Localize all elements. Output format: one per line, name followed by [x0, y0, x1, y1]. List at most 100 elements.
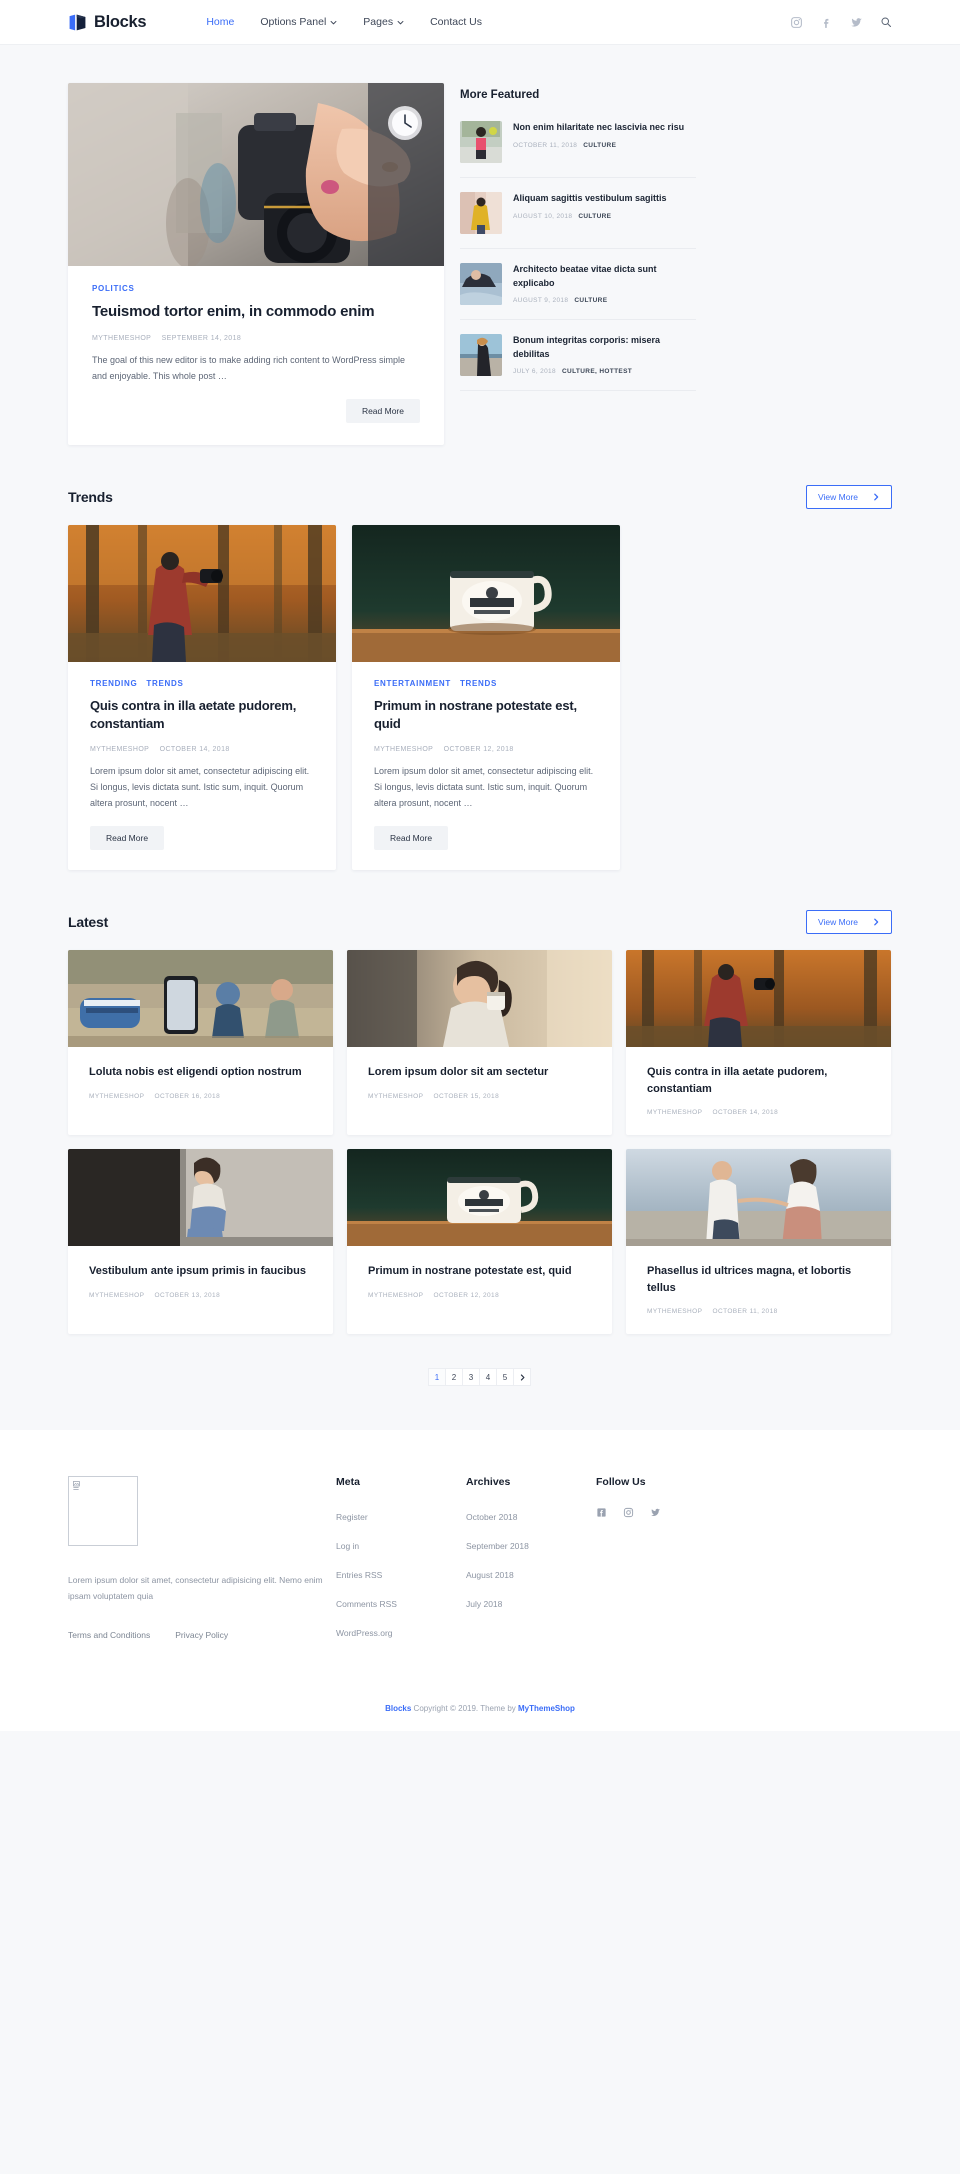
facebook-icon[interactable]: [596, 1507, 607, 1518]
featured-category[interactable]: POLITICS: [92, 284, 420, 293]
footer-meta-entries-rss[interactable]: Entries RSS: [336, 1570, 382, 1580]
latest-post-card[interactable]: Quis contra in illa aetate pudorem, cons…: [626, 950, 891, 1136]
latest-post-title[interactable]: Phasellus id ultrices magna, et lobortis…: [647, 1263, 870, 1296]
blocks-logo-icon: [69, 14, 86, 30]
copyright-brand-link[interactable]: Blocks: [385, 1704, 411, 1713]
trend-date: OCTOBER 12, 2018: [443, 746, 514, 754]
nav-label: Pages: [363, 16, 394, 28]
site-logo[interactable]: Blocks: [68, 13, 147, 32]
latest-view-more-button[interactable]: View More: [806, 910, 892, 935]
footer-archive-july-2018[interactable]: July 2018: [466, 1599, 502, 1609]
sidebar-post-item[interactable]: Aliquam sagittis vestibulum sagittis AUG…: [460, 178, 696, 249]
sidebar-post-title[interactable]: Bonum integritas corporis: misera debili…: [513, 334, 696, 361]
footer-archive-september-2018[interactable]: September 2018: [466, 1541, 529, 1551]
latest-post-meta: MYTHEMESHOP OCTOBER 16, 2018: [89, 1093, 312, 1100]
sidebar-post-title[interactable]: Non enim hilaritate nec lascivia nec ris…: [513, 121, 696, 135]
twitter-icon[interactable]: [850, 16, 863, 29]
footer-archive-october-2018[interactable]: October 2018: [466, 1512, 518, 1522]
trend-post-card[interactable]: TRENDING TRENDS Quis contra in illa aetat…: [68, 524, 336, 871]
pagination-page-1[interactable]: 1: [428, 1368, 446, 1387]
footer-archive-august-2018[interactable]: August 2018: [466, 1570, 514, 1580]
nav-item-pages[interactable]: Pages: [363, 16, 404, 28]
latest-post-date: OCTOBER 15, 2018: [433, 1092, 500, 1100]
instagram-icon[interactable]: [623, 1507, 634, 1518]
photo-autumn-forest-photographer: [626, 950, 891, 1048]
trend-post-image: [352, 524, 620, 662]
trend-category[interactable]: TRENDS: [146, 679, 183, 688]
nav-item-options-panel[interactable]: Options Panel: [260, 16, 337, 28]
trend-category[interactable]: TRENDS: [460, 679, 497, 688]
trends-view-more-button[interactable]: View More: [806, 484, 892, 509]
chevron-right-icon: [874, 918, 879, 926]
pagination-page-5[interactable]: 5: [496, 1368, 514, 1387]
photo-coffee-mug: [352, 524, 620, 662]
instagram-icon[interactable]: [790, 16, 803, 29]
footer-meta-comments-rss[interactable]: Comments RSS: [336, 1599, 397, 1609]
latest-post-image: [347, 1149, 612, 1247]
list-item: Register: [336, 1507, 466, 1525]
sidebar-post-thumbnail: [460, 334, 502, 376]
sidebar-post-item[interactable]: Non enim hilaritate nec lascivia nec ris…: [460, 117, 696, 178]
nav-item-contact-us[interactable]: Contact Us: [430, 16, 482, 28]
featured-excerpt: The goal of this new editor is to make a…: [92, 355, 405, 381]
sidebar-post-item[interactable]: Architecto beatae vitae dicta sunt expli…: [460, 249, 696, 320]
footer-meta-column: Meta Register Log in Entries RSS Comment…: [336, 1476, 466, 1652]
sidebar-post-categories: CULTURE, HOTTEST: [562, 368, 633, 375]
latest-post-date: OCTOBER 14, 2018: [712, 1109, 779, 1117]
sidebar-post-date: JULY 6, 2018: [513, 368, 556, 375]
trend-category[interactable]: TRENDING: [90, 679, 137, 688]
footer-meta-login[interactable]: Log in: [336, 1541, 359, 1551]
latest-post-meta: MYTHEMESHOP OCTOBER 14, 2018: [647, 1109, 870, 1116]
trend-read-more-button[interactable]: Read More: [374, 826, 449, 851]
sidebar-post-title[interactable]: Aliquam sagittis vestibulum sagittis: [513, 192, 696, 206]
broken-image-icon: [73, 1481, 80, 1491]
featured-post-card[interactable]: POLITICS Teuismod tortor enim, in commod…: [68, 83, 444, 445]
trend-post-card[interactable]: ENTERTAINMENT TRENDS Primum in nostrane p…: [352, 524, 620, 871]
sidebar-post-thumbnail: [460, 121, 502, 163]
trend-title[interactable]: Quis contra in illa aetate pudorem, cons…: [90, 697, 314, 733]
footer-terms-link[interactable]: Terms and Conditions: [68, 1630, 150, 1640]
footer-logo-broken-image: [68, 1476, 138, 1547]
twitter-icon[interactable]: [650, 1507, 661, 1518]
trend-read-more-button[interactable]: Read More: [90, 826, 165, 851]
latest-post-card[interactable]: Phasellus id ultrices magna, et lobortis…: [626, 1149, 891, 1335]
trend-meta: MYTHEMESHOP OCTOBER 12, 2018: [374, 746, 598, 753]
facebook-icon[interactable]: [820, 16, 833, 29]
nav-label: Home: [206, 16, 235, 28]
latest-post-card[interactable]: Loluta nobis est eligendi option nostrum…: [68, 950, 333, 1136]
pagination-next-button[interactable]: [513, 1368, 531, 1387]
pagination-page-4[interactable]: 4: [479, 1368, 497, 1387]
footer-meta-wordpress-org[interactable]: WordPress.org: [336, 1628, 393, 1638]
photo-camera-hands: [68, 83, 444, 266]
latest-post-title[interactable]: Lorem ipsum dolor sit am sectetur: [368, 1064, 591, 1081]
featured-read-more-button[interactable]: Read More: [345, 398, 420, 423]
list-item: July 2018: [466, 1594, 596, 1612]
pagination-page-3[interactable]: 3: [462, 1368, 480, 1387]
list-item: WordPress.org: [336, 1623, 466, 1641]
search-icon[interactable]: [880, 16, 892, 28]
nav-item-home[interactable]: Home: [206, 16, 234, 28]
footer-meta-register[interactable]: Register: [336, 1512, 368, 1522]
latest-post-card[interactable]: Lorem ipsum dolor sit am sectetur MYTHEM…: [347, 950, 612, 1136]
latest-post-date: OCTOBER 16, 2018: [154, 1092, 221, 1100]
copyright-theme-author-link[interactable]: MyThemeShop: [518, 1704, 575, 1713]
latest-post-card[interactable]: Primum in nostrane potestate est, quid M…: [347, 1149, 612, 1335]
latest-post-title[interactable]: Quis contra in illa aetate pudorem, cons…: [647, 1064, 870, 1097]
latest-post-card[interactable]: Vestibulum ante ipsum primis in faucibus…: [68, 1149, 333, 1335]
latest-post-title[interactable]: Vestibulum ante ipsum primis in faucibus: [89, 1263, 312, 1280]
sidebar-post-item[interactable]: Bonum integritas corporis: misera debili…: [460, 320, 696, 391]
trend-date: OCTOBER 14, 2018: [159, 746, 230, 754]
thumb-runner: [460, 121, 502, 163]
view-more-label: View More: [818, 491, 858, 502]
featured-title[interactable]: Teuismod tortor enim, in commodo enim: [92, 302, 420, 322]
latest-post-date: OCTOBER 11, 2018: [712, 1308, 778, 1316]
sidebar-title: More Featured: [460, 89, 540, 101]
latest-post-title[interactable]: Loluta nobis est eligendi option nostrum: [89, 1064, 312, 1081]
trend-category[interactable]: ENTERTAINMENT: [374, 679, 451, 688]
trend-excerpt: Lorem ipsum dolor sit amet, consectetur …: [374, 766, 594, 808]
trend-title[interactable]: Primum in nostrane potestate est, quid: [374, 697, 598, 733]
latest-post-title[interactable]: Primum in nostrane potestate est, quid: [368, 1263, 591, 1280]
footer-privacy-link[interactable]: Privacy Policy: [175, 1630, 228, 1640]
sidebar-post-title[interactable]: Architecto beatae vitae dicta sunt expli…: [513, 263, 696, 290]
pagination-page-2[interactable]: 2: [445, 1368, 463, 1387]
